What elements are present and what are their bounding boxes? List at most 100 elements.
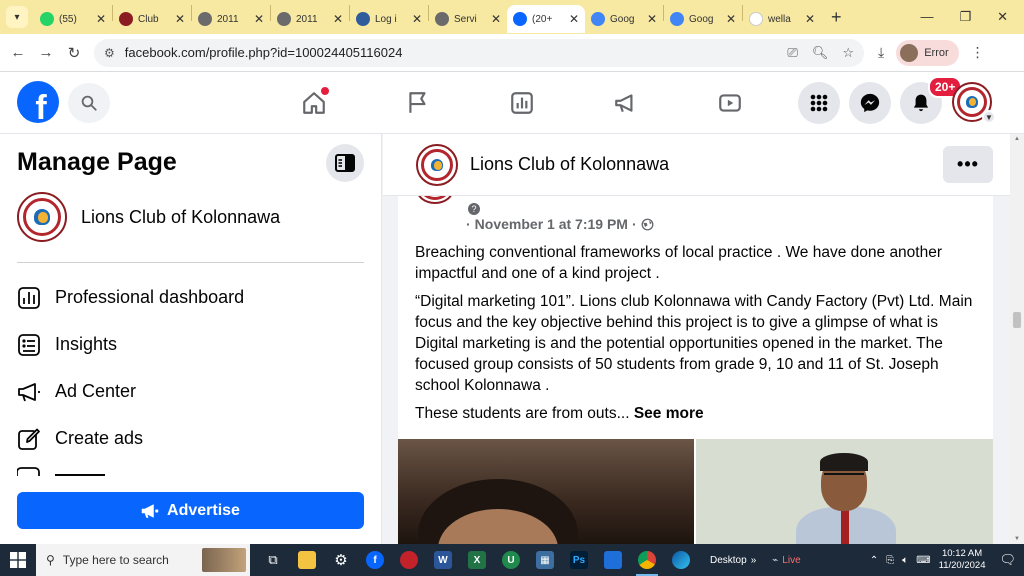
taskbar-calculator[interactable]: ▦ <box>528 544 562 576</box>
app-icon: U <box>502 551 520 569</box>
sidebar-page-profile[interactable]: Lions Club of Kolonnawa <box>17 192 280 242</box>
browser-tab[interactable]: Goog ✕ <box>585 5 663 33</box>
post-timestamp[interactable]: · November 1 at 7:19 PM · <box>466 216 654 232</box>
post-date-text[interactable]: November 1 at 7:19 PM <box>475 216 628 232</box>
search-icon <box>81 95 97 111</box>
chrome-menu-icon[interactable]: ⋮ <box>971 44 985 61</box>
close-tab-icon[interactable]: ✕ <box>175 12 185 26</box>
scrollbar-thumb[interactable] <box>1013 312 1021 328</box>
sidebar-item-ad-center[interactable]: Ad Center <box>17 368 367 415</box>
sidebar-item-professional-dashboard[interactable]: Professional dashboard <box>17 274 367 321</box>
close-tab-icon[interactable]: ✕ <box>805 12 815 26</box>
close-window-icon[interactable]: ✕ <box>997 9 1008 25</box>
page-scrollbar[interactable]: ▲ ▼ <box>1010 134 1024 544</box>
url-text[interactable]: facebook.com/profile.php?id=100024405116… <box>125 45 788 60</box>
facebook-logo-icon[interactable]: f <box>17 81 59 123</box>
new-tab-button[interactable]: + <box>831 7 842 28</box>
close-tab-icon[interactable]: ✕ <box>491 12 501 26</box>
page-title[interactable]: Lions Club of Kolonnawa <box>470 154 669 175</box>
help-icon[interactable]: ? <box>468 203 480 215</box>
address-bar[interactable]: ⚙ facebook.com/profile.php?id=1000244051… <box>94 38 864 67</box>
start-button[interactable] <box>0 544 36 576</box>
desktop-toolbar-label[interactable]: Desktop <box>710 555 747 566</box>
taskbar-excel[interactable]: X <box>460 544 494 576</box>
collapse-sidebar-button[interactable] <box>326 144 364 182</box>
chevron-up-icon[interactable]: ⌃ <box>870 555 878 566</box>
tab-search-button[interactable]: ▾ <box>6 6 28 28</box>
post-photo[interactable] <box>696 439 993 544</box>
back-button[interactable]: ← <box>4 44 32 61</box>
taskbar-search[interactable]: ⚲ Type here to search <box>36 544 250 576</box>
notification-center-icon[interactable]: 🗨︎ <box>999 552 1016 568</box>
chevron-right-icon[interactable]: » <box>751 555 757 566</box>
taskbar-edge[interactable] <box>664 544 698 576</box>
site-info-icon[interactable]: ⚙ <box>104 46 115 60</box>
close-tab-icon[interactable]: ✕ <box>726 12 736 26</box>
restore-icon[interactable]: ❐ <box>959 9 971 25</box>
close-tab-icon[interactable]: ✕ <box>333 12 343 26</box>
scroll-down-icon[interactable]: ▼ <box>1014 536 1020 542</box>
nav-pages[interactable] <box>366 82 470 124</box>
install-app-icon[interactable]: ⎚ <box>787 45 797 61</box>
tab-title: wella <box>768 13 791 25</box>
live-indicator[interactable]: ⌁ Live <box>772 555 800 566</box>
advertise-button[interactable]: Advertise <box>17 492 364 529</box>
more-options-button[interactable]: ••• <box>943 146 993 183</box>
facebook-search-button[interactable] <box>68 83 110 123</box>
see-more-link[interactable]: See more <box>634 405 704 422</box>
minimize-icon[interactable]: — <box>920 9 933 25</box>
taskbar-app-red[interactable] <box>392 544 426 576</box>
network-icon[interactable]: ⎘ <box>886 555 894 566</box>
browser-tab[interactable]: (20+ ✕ <box>507 5 585 33</box>
browser-tab[interactable]: Goog ✕ <box>664 5 742 33</box>
zoom-icon[interactable]: 🔍︎ <box>812 45 829 61</box>
chevron-down-icon: ▾ <box>14 11 20 23</box>
sidebar-item-create-ads[interactable]: Create ads <box>17 415 367 462</box>
forward-button[interactable]: → <box>32 44 60 61</box>
globe-icon <box>641 218 654 230</box>
taskbar-facebook[interactable]: f <box>358 544 392 576</box>
post-author-avatar[interactable] <box>416 196 454 204</box>
bookmark-star-icon[interactable]: ☆ <box>842 45 854 61</box>
messenger-button[interactable] <box>849 82 891 124</box>
search-icon: ⚲ <box>46 553 55 567</box>
close-tab-icon[interactable]: ✕ <box>569 12 579 26</box>
close-tab-icon[interactable]: ✕ <box>647 12 657 26</box>
keyboard-icon[interactable]: ⌨ <box>916 555 930 566</box>
speaker-icon[interactable]: 🔈︎ <box>902 555 908 566</box>
taskbar-chrome[interactable] <box>630 544 664 576</box>
taskbar-clock[interactable]: 10:12 AM 11/20/2024 <box>939 548 986 572</box>
browser-tab[interactable]: 2011 ✕ <box>271 5 349 33</box>
account-avatar-button[interactable]: ▼ <box>952 82 996 124</box>
taskbar-photos[interactable] <box>596 544 630 576</box>
close-tab-icon[interactable]: ✕ <box>96 12 106 26</box>
lions-club-logo[interactable] <box>416 144 458 186</box>
task-view-button[interactable]: ⧉ <box>256 544 290 576</box>
taskbar-word[interactable]: W <box>426 544 460 576</box>
tab-title: Servi <box>454 13 477 25</box>
browser-tab[interactable]: Club ✕ <box>113 5 191 33</box>
taskbar-photoshop[interactable]: Ps <box>562 544 596 576</box>
nav-dashboard[interactable] <box>470 82 574 124</box>
menu-button[interactable] <box>798 82 840 124</box>
browser-tab[interactable]: 2011 ✕ <box>192 5 270 33</box>
post-photo[interactable] <box>398 439 694 544</box>
nav-ads[interactable] <box>574 82 678 124</box>
scroll-up-icon[interactable]: ▲ <box>1014 136 1020 142</box>
browser-tab[interactable]: wella ✕ <box>743 5 821 33</box>
sidebar-item-insights[interactable]: Insights <box>17 321 367 368</box>
browser-tab[interactable]: Servi ✕ <box>429 5 507 33</box>
taskbar-explorer[interactable] <box>290 544 324 576</box>
taskbar-app-green[interactable]: U <box>494 544 528 576</box>
close-tab-icon[interactable]: ✕ <box>412 12 422 26</box>
reload-button[interactable]: ↻ <box>60 44 88 62</box>
profile-chip[interactable]: Error <box>896 39 959 66</box>
browser-tab[interactable]: Log i ✕ <box>350 5 428 33</box>
nav-video[interactable] <box>678 82 782 124</box>
browser-tab[interactable]: (55) ✕ <box>34 5 112 33</box>
close-tab-icon[interactable]: ✕ <box>254 12 264 26</box>
nav-home[interactable] <box>262 82 366 124</box>
taskbar-settings[interactable]: ⚙ <box>324 544 358 576</box>
downloads-icon[interactable]: ⤓ <box>878 44 884 61</box>
sidebar-item-label: Insights <box>55 334 118 354</box>
